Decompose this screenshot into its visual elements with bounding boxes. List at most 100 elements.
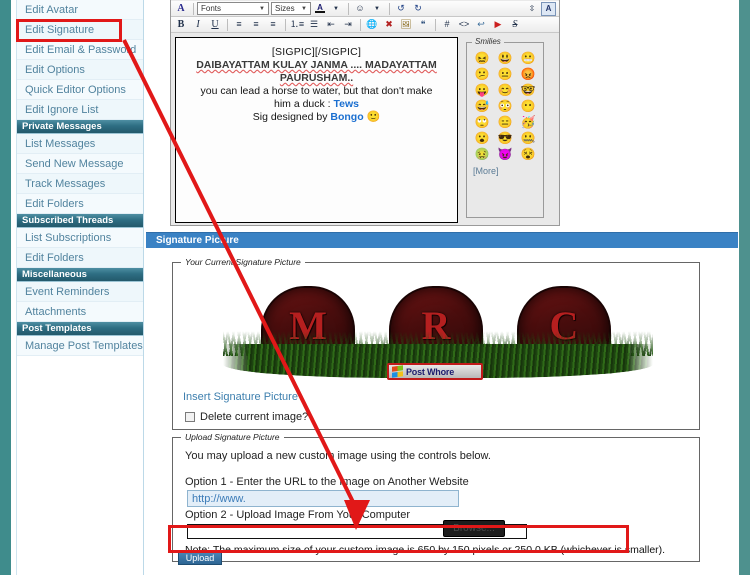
smilie-icon[interactable]: 🙄	[471, 115, 493, 130]
smilies-panel: Smilies 😖 😃 😬 😕 😐 😡 😛 😊 🤓 😅 😳 😶 🙄 😑 🥳 😮 😎 🤐 🤢 😈 😵 [More]	[466, 37, 544, 218]
insert-image-icon[interactable]: 🖼	[398, 17, 414, 32]
remove-formatting-icon[interactable]: A	[173, 1, 189, 16]
sidebar-item-attachments[interactable]: Attachments	[17, 302, 143, 322]
smilie-icon[interactable]: 🤢	[471, 147, 493, 162]
windows-logo-icon	[392, 365, 403, 378]
smilie-icon[interactable]: 😵	[517, 147, 539, 162]
code-icon[interactable]: <>	[456, 17, 472, 32]
smilie-icon[interactable]: 😖	[471, 51, 493, 66]
youtube-icon[interactable]: ▶	[490, 17, 506, 32]
sidebar-item-edit-ignore-list[interactable]: Edit Ignore List	[17, 100, 143, 120]
italic-icon[interactable]: I	[190, 17, 206, 32]
wysiwyg-toggle-icon[interactable]: A	[541, 1, 556, 16]
sidebar-nav-list: Edit Avatar Edit Signature Edit Email & Pa…	[17, 0, 143, 356]
page-root: Edit Avatar Edit Signature Edit Email & Pa…	[0, 0, 750, 575]
delete-current-image-row[interactable]: Delete current image?	[185, 411, 308, 423]
smilie-icon[interactable]: 😕	[471, 67, 493, 82]
insert-quote-icon[interactable]: ❝	[415, 17, 431, 32]
smilie-icon[interactable]: 🥳	[517, 115, 539, 130]
font-family-select[interactable]: Fonts ▼	[197, 2, 269, 15]
font-size-value: Sizes	[275, 4, 295, 13]
signature-line-sigpic: [SIGPIC][/SIGPIC]	[271, 46, 362, 58]
strikethrough-icon[interactable]: S	[507, 17, 523, 32]
sidebar-section-header: Private Messages	[17, 120, 143, 134]
smilie-icon[interactable]: 😡	[517, 67, 539, 82]
align-right-icon[interactable]: ≡	[265, 17, 281, 32]
sidebar-item-list-subscriptions[interactable]: List Subscriptions	[17, 228, 143, 248]
sidebar-item-edit-folders[interactable]: Edit Folders	[17, 194, 143, 214]
signature-line-saying-2: him a duck : Tews	[180, 98, 453, 111]
post-whore-badge-label: Post Whore	[406, 366, 455, 377]
sidebar-item-list-messages[interactable]: List Messages	[17, 134, 143, 154]
sidebar-item-quick-editor-options[interactable]: Quick Editor Options	[17, 80, 143, 100]
smilie-icon[interactable]: 😶	[517, 99, 539, 114]
align-left-icon[interactable]: ≡	[231, 17, 247, 32]
font-size-select[interactable]: Sizes ▼	[271, 2, 311, 15]
signature-line-saying-1: you can lead a horse to water, but that …	[200, 85, 433, 97]
toolbar-separator	[348, 2, 349, 15]
signature-saying-prefix: him a duck :	[273, 98, 334, 110]
indent-icon[interactable]: ⇥	[340, 17, 356, 32]
underline-icon[interactable]: U	[207, 17, 223, 32]
font-color-icon[interactable]: A	[313, 2, 327, 16]
insert-link-icon[interactable]: 🌐	[364, 17, 380, 32]
toolbar-separator	[360, 18, 361, 31]
browse-button[interactable]: Browse...	[443, 520, 505, 537]
sidebar-item-event-reminders[interactable]: Event Reminders	[17, 282, 143, 302]
hash-icon[interactable]: #	[439, 17, 455, 32]
signature-picture-image: M R C Post Whore	[223, 281, 653, 386]
smilie-icon[interactable]: 🤐	[517, 131, 539, 146]
smilie-icon[interactable]: 😃	[494, 51, 516, 66]
smilies-legend: Smilies	[472, 37, 504, 46]
sidebar-item-edit-signature[interactable]: Edit Signature	[17, 20, 143, 40]
smilie-icon[interactable]: 😅	[471, 99, 493, 114]
sidebar-item-manage-post-templates[interactable]: Manage Post Templates	[17, 336, 143, 356]
wrap-icon[interactable]: ↩	[473, 17, 489, 32]
outdent-icon[interactable]: ⇤	[323, 17, 339, 32]
signature-credit-prefix: Sig designed by	[252, 111, 331, 123]
smilie-icon[interactable]: 😐	[494, 67, 516, 82]
toolbar-separator	[435, 18, 436, 31]
smilies-grid: 😖 😃 😬 😕 😐 😡 😛 😊 🤓 😅 😳 😶 🙄 😑 🥳 😮 😎 🤐 🤢 😈 😵	[467, 43, 543, 164]
signature-picture-section-header: Signature Picture	[146, 232, 738, 248]
option-2-label: Option 2 - Upload Image From Your Comput…	[185, 509, 411, 521]
editor-toolbar-row-2: B I U ≡ ≡ ≡ ⒈≡ ☰ ⇤ ⇥ 🌐 ✖ 🖼 ❝ # <> ↩ ▶ S	[171, 17, 559, 33]
align-center-icon[interactable]: ≡	[248, 17, 264, 32]
bold-icon[interactable]: B	[173, 17, 189, 32]
signature-textarea[interactable]: [SIGPIC][/SIGPIC] DAIBAYATTAM KULAY JANM…	[175, 37, 458, 223]
image-url-input[interactable]: http://www.	[187, 490, 459, 507]
smilie-icon[interactable]: ☺	[352, 1, 368, 16]
sidebar-item-edit-email-password[interactable]: Edit Email & Password	[17, 40, 143, 60]
sidebar-item-edit-folders[interactable]: Edit Folders	[17, 248, 143, 268]
signature-link-tews[interactable]: Tews	[334, 98, 359, 110]
delete-current-image-checkbox[interactable]	[185, 412, 195, 422]
insert-signature-picture-link[interactable]: Insert Signature Picture	[183, 391, 298, 403]
smilie-icon[interactable]: 🤓	[517, 83, 539, 98]
signature-link-bongo[interactable]: Bongo	[330, 111, 363, 123]
smilies-more-link[interactable]: [More]	[467, 166, 543, 176]
font-color-chevron-down-icon[interactable]: ▼	[328, 1, 344, 16]
smilie-icon[interactable]: 😮	[471, 131, 493, 146]
unordered-list-icon[interactable]: ☰	[306, 17, 322, 32]
sidebar-item-edit-avatar[interactable]: Edit Avatar	[17, 0, 143, 20]
signature-editor-panel: A Fonts ▼ Sizes ▼ A ▼ ☺ ▼ ↺ ↻ ⇳ A B I U …	[170, 0, 560, 226]
smilie-icon[interactable]: 😈	[494, 147, 516, 162]
smilie-icon[interactable]: 😳	[494, 99, 516, 114]
smilie-icon[interactable]: 😊	[494, 83, 516, 98]
remove-link-icon[interactable]: ✖	[381, 17, 397, 32]
font-family-value: Fonts	[201, 4, 222, 13]
redo-icon[interactable]: ↻	[410, 1, 426, 16]
sidebar-item-track-messages[interactable]: Track Messages	[17, 174, 143, 194]
sidebar-item-edit-options[interactable]: Edit Options	[17, 60, 143, 80]
upload-button[interactable]: Upload	[178, 551, 222, 565]
smilie-chevron-down-icon[interactable]: ▼	[369, 1, 385, 16]
sidebar-item-send-new-message[interactable]: Send New Message	[17, 154, 143, 174]
undo-icon[interactable]: ↺	[393, 1, 409, 16]
smilie-icon[interactable]: 😛	[471, 83, 493, 98]
smilie-icon[interactable]: 😬	[517, 51, 539, 66]
box-size-stepper-icon[interactable]: ⇳	[524, 1, 540, 16]
smilie-icon[interactable]: 😑	[494, 115, 516, 130]
smilie-icon[interactable]: 😎	[494, 131, 516, 146]
ordered-list-icon[interactable]: ⒈≡	[289, 17, 305, 32]
sidebar-section-header: Miscellaneous	[17, 268, 143, 282]
